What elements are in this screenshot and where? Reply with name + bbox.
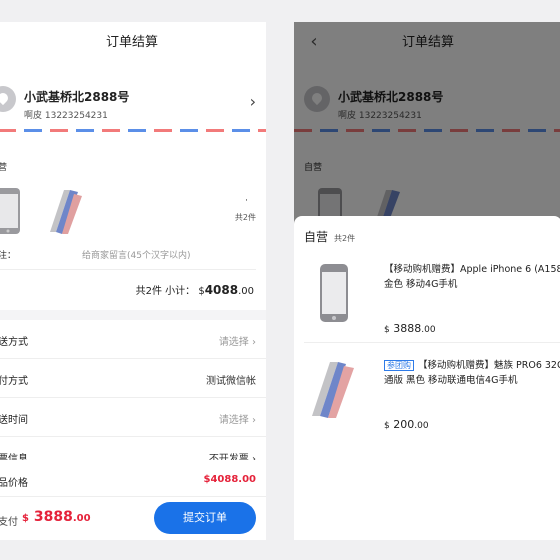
row-label: 送方式 [0,337,28,348]
row-value: 请选择 › [218,415,256,426]
subtotal-amount: 4088 [204,283,239,297]
product-price: $ 200.00 [384,418,429,431]
delivery-method-row[interactable]: 送方式 请选择 › [0,320,266,359]
order-checkout-screen-with-sheet: ‹ 订单结算 小武基桥北2888号 啊皮 13223254231 自营 自营共2… [294,22,560,540]
list-item[interactable]: 【移动购机赠费】Apple iPhone 6 (A1589) 16GB 金色 移… [294,248,560,342]
address-card[interactable]: 小武基桥北2888号 啊皮 13223254231 › [0,64,266,150]
chevron-right-icon: › [249,92,256,111]
product-name: 参团购【移动购机赠费】魅族 PRO6 32GB 全网通版 黑色 移动联通电信4G… [384,360,560,386]
group-buy-badge: 参团购 [384,360,414,371]
order-checkout-screen: 订单结算 小武基桥北2888号 啊皮 13223254231 › 营 · 共2件… [0,22,266,540]
pay-label: 支付 [0,517,18,528]
meizu-thumbnail-icon[interactable] [48,186,84,236]
item-count: 共2件 [234,213,256,222]
subtotal-decimal: .00 [238,286,254,297]
message-row[interactable]: 注： 给商家留言(45个汉字以内) [0,240,256,270]
sheet-count: 共2件 [334,234,356,243]
address-street: 小武基桥北2888号 [24,90,130,104]
count-dot: · [245,196,248,206]
product-price: $ 3888.00 [384,322,436,335]
envelope-stripe [0,129,266,132]
meizu-product-icon [312,362,354,418]
submit-order-button[interactable]: 提交订单 [154,502,256,534]
list-item[interactable]: 参团购【移动购机赠费】魅族 PRO6 32GB 全网通版 黑色 移动联通电信4G… [294,344,560,438]
message-input[interactable]: 给商家留言(45个汉字以内) [82,248,190,261]
sheet-title: 自营 共2件 [304,230,356,244]
checkout-bar: 支付 $ 3888.00 提交订单 [0,496,266,540]
goods-price-row: 品价格 $4088.00 [0,460,266,496]
delivery-time-row[interactable]: 送时间 请选择 › [0,398,266,437]
divider [304,342,560,343]
chevron-right-icon: › [252,337,256,348]
iphone-thumbnail-icon[interactable] [0,186,22,236]
nav-bar: 订单结算 [0,22,266,64]
row-value: 测试微信帐 [206,376,256,387]
items-bottom-sheet: 自营共2件 【移动购机赠费】Apple iPhone 6 (A1589) 16G… [294,216,560,540]
shop-label: 营 [0,163,8,173]
row-label: 付方式 [0,376,28,387]
location-pin-icon [0,86,16,112]
shop-section: 营 · 共2件 注： 给商家留言(45个汉字以内) 共2件 小计： $4088.… [0,150,266,310]
row-value: 请选择 › [218,337,256,348]
product-name: 【移动购机赠费】Apple iPhone 6 (A1589) 16GB 金色 移… [384,264,560,290]
row-label: 送时间 [0,415,28,426]
subtotal: 共2件 小计： $4088.00 [136,282,254,297]
page-title: 订单结算 [105,35,158,50]
message-label: 注： [0,251,17,261]
goods-price-value: $4088.00 [203,474,256,485]
chevron-right-icon: › [252,415,256,426]
subtotal-prefix: 共2件 小计： [135,286,196,297]
goods-price-label: 品价格 [0,478,28,489]
iphone-product-icon [320,264,348,322]
options-list: 送方式 请选择 › 付方式 测试微信帐 送时间 请选择 › 票信息 不开发票 › [0,320,266,476]
pay-amount: $ 3888.00 [22,509,91,525]
address-contact: 啊皮 13223254231 [24,111,108,121]
payment-method-row[interactable]: 付方式 测试微信帐 [0,359,266,398]
